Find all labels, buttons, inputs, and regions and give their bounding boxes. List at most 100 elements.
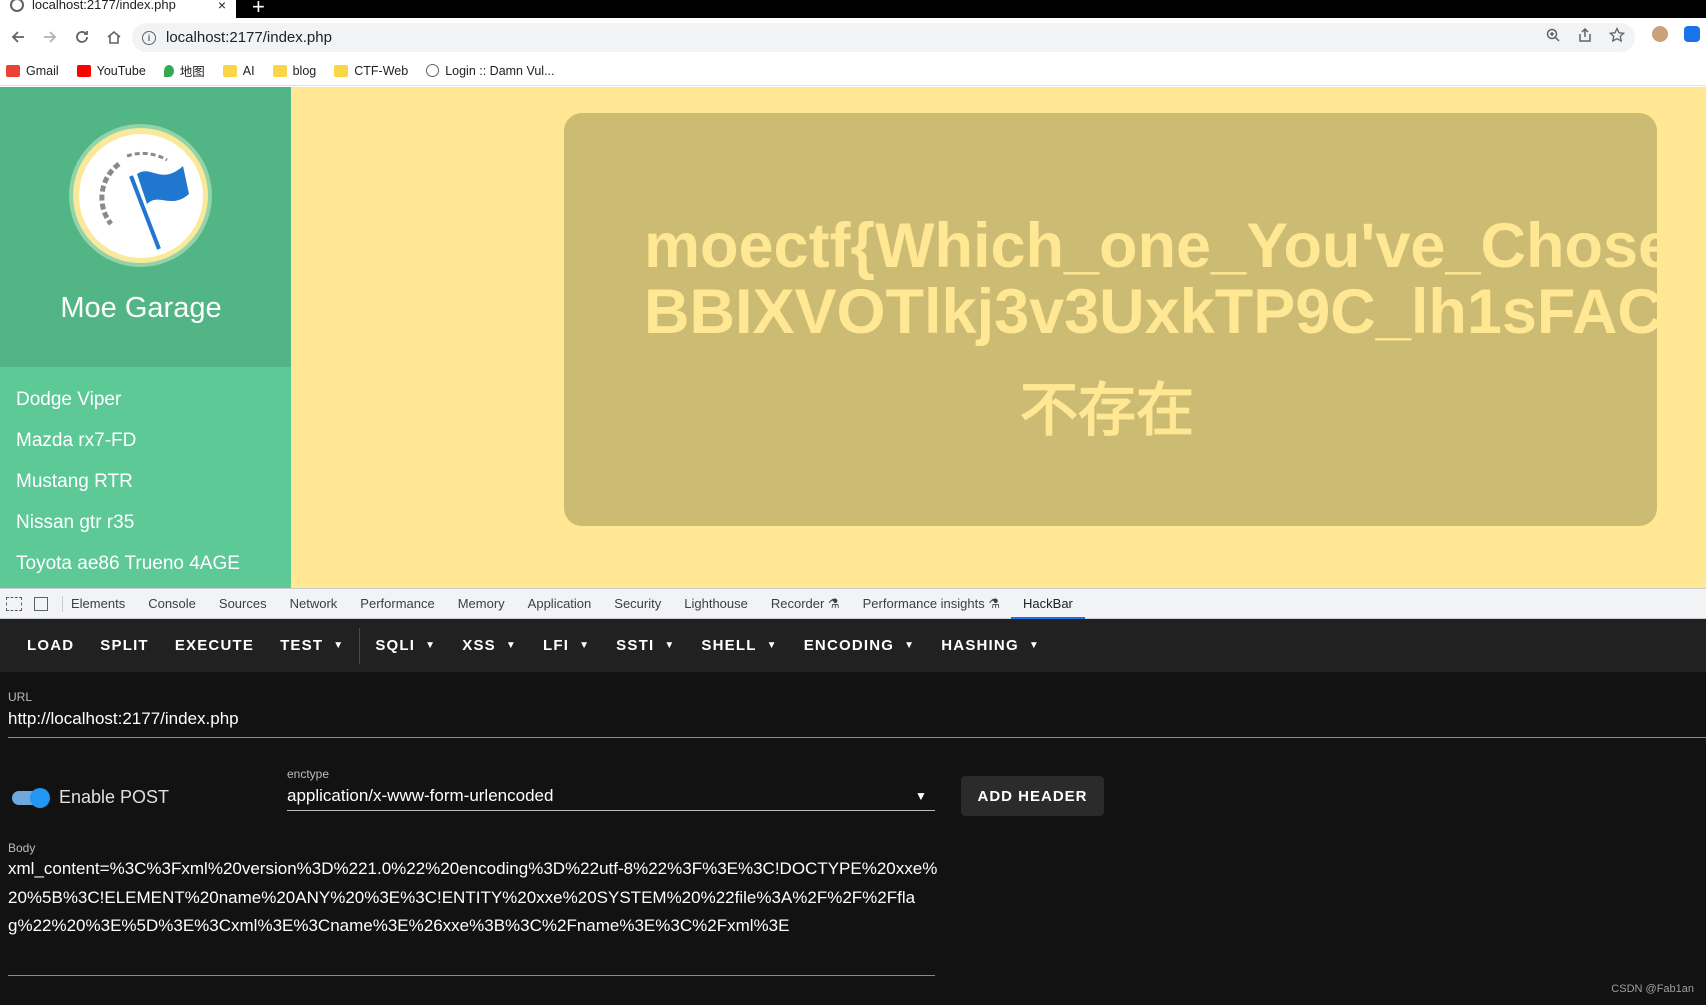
home-icon: [107, 30, 121, 44]
test-menu-button[interactable]: TEST ▼: [267, 628, 357, 664]
menu-item-mustang-rtr[interactable]: Mustang RTR: [16, 461, 240, 502]
brand-title: Moe Garage: [60, 292, 222, 324]
star-icon[interactable]: [1609, 27, 1625, 43]
folder-icon: [272, 64, 287, 77]
devtools-tab-performance[interactable]: Performance: [360, 588, 434, 619]
shell-menu-button[interactable]: SHELL ▼: [688, 628, 790, 664]
globe-icon: [426, 64, 440, 77]
back-button[interactable]: [4, 23, 32, 51]
page-viewport: Moe Garage Dodge Viper Mazda rx7-FD Must…: [0, 87, 1706, 588]
encoding-menu-button[interactable]: ENCODING ▼: [791, 628, 929, 664]
hashing-menu-button[interactable]: HASHING ▼: [928, 628, 1053, 664]
address-text[interactable]: localhost:2177/index.php: [166, 29, 332, 46]
address-bar[interactable]: i localhost:2177/index.php: [132, 23, 1635, 52]
execute-button[interactable]: EXECUTE: [162, 628, 267, 664]
enctype-select[interactable]: application/x-www-form-urlencoded: [287, 786, 553, 806]
url-field-label: URL: [8, 690, 33, 704]
devtools-tab-recorder[interactable]: Recorder ⚗: [771, 588, 840, 619]
caret-down-icon: ▼: [664, 640, 676, 651]
translate-extension-icon[interactable]: [1684, 26, 1700, 42]
device-toolbar-icon[interactable]: [34, 596, 48, 611]
browser-tab[interactable]: localhost:2177/index.php ×: [0, 0, 236, 18]
tab-close-button[interactable]: ×: [218, 0, 226, 13]
enctype-label: enctype: [287, 767, 330, 781]
caret-down-icon: ▼: [766, 640, 778, 651]
split-button[interactable]: SPLIT: [87, 628, 162, 664]
add-header-button[interactable]: ADD HEADER: [961, 776, 1104, 816]
lfi-menu-button[interactable]: LFI ▼: [530, 628, 603, 664]
arrow-right-icon: [44, 31, 57, 43]
caret-down-icon: ▼: [333, 640, 345, 651]
zoom-icon[interactable]: [1545, 27, 1561, 43]
enable-post-label: Enable POST: [59, 787, 170, 807]
menu-item-nissan-gtr[interactable]: Nissan gtr r35: [16, 502, 240, 543]
tab-title: localhost:2177/index.php: [32, 0, 176, 12]
devtools-tab-application[interactable]: Application: [528, 588, 592, 619]
dropdown-caret-icon[interactable]: ▼: [915, 789, 927, 803]
ssti-menu-button[interactable]: SSTI ▼: [603, 628, 688, 664]
folder-icon: [334, 64, 349, 77]
divider: [359, 627, 361, 664]
hackbar-panel: LOAD SPLIT EXECUTE TEST ▼ SQLI ▼ XSS ▼ LFI ▼…: [0, 619, 1706, 1005]
divider: [62, 595, 63, 612]
devtools-tab-sources[interactable]: Sources: [219, 588, 267, 619]
share-icon[interactable]: [1577, 27, 1593, 43]
sidebar-header: Moe Garage: [0, 87, 291, 367]
result-line-2: BBIXVOTlkj3v3UxkTP9C_lh1sFACC: [644, 277, 1657, 347]
caret-down-icon: ▼: [505, 640, 517, 651]
devtools-tabbar: Elements Console Sources Network Perform…: [0, 588, 1706, 619]
xss-menu-button[interactable]: XSS ▼: [449, 628, 530, 664]
caret-down-icon: ▼: [904, 640, 916, 651]
sqli-menu-button[interactable]: SQLI ▼: [362, 628, 449, 664]
inspect-element-icon[interactable]: [6, 596, 22, 611]
devtools-tab-elements[interactable]: Elements: [71, 588, 125, 619]
url-input[interactable]: http://localhost:2177/index.php: [8, 709, 239, 729]
menu-item-toyota-ae86[interactable]: Toyota ae86 Trueno 4AGE: [16, 543, 240, 584]
info-icon[interactable]: i: [142, 30, 156, 45]
devtools-tab-performance-insights[interactable]: Performance insights ⚗: [863, 588, 1000, 619]
devtools-tab-lighthouse[interactable]: Lighthouse: [684, 588, 748, 619]
result-message: moectf{Which_one_You've_Chosen? BBIXVOTl…: [644, 213, 1657, 345]
bookmark-maps[interactable]: 地图: [163, 61, 205, 80]
url-input-underline: [8, 737, 1706, 738]
flag-logo: [69, 124, 212, 267]
menu-item-mazda-rx7[interactable]: Mazda rx7-FD: [16, 420, 240, 461]
home-button[interactable]: [100, 23, 128, 51]
caret-down-icon: ▼: [425, 640, 437, 651]
reload-icon: [76, 31, 88, 43]
devtools-tab-hackbar[interactable]: HackBar: [1011, 588, 1085, 619]
bookmarks-bar: Gmail YouTube 地图 AI blog CTF-Web Login :…: [0, 56, 1706, 86]
globe-icon: [10, 0, 24, 12]
enable-post-toggle[interactable]: [10, 788, 50, 808]
forward-button[interactable]: [36, 23, 64, 51]
load-button[interactable]: LOAD: [14, 628, 87, 664]
devtools-tab-security[interactable]: Security: [614, 588, 661, 619]
body-underline: [8, 975, 935, 976]
devtools-tab-network[interactable]: Network: [290, 588, 338, 619]
bookmark-gmail[interactable]: Gmail: [6, 64, 59, 78]
bookmark-folder-ctf-web[interactable]: CTF-Web: [334, 64, 408, 78]
devtools-tab-memory[interactable]: Memory: [458, 588, 505, 619]
flask-icon: ⚗: [827, 596, 840, 611]
flag-icon: [98, 151, 189, 250]
profile-avatar-icon[interactable]: [1652, 26, 1668, 42]
gmail-icon: [6, 64, 20, 77]
caret-down-icon: ▼: [579, 640, 591, 651]
hackbar-toolbar: LOAD SPLIT EXECUTE TEST ▼ SQLI ▼ XSS ▼ LFI ▼…: [0, 619, 1706, 672]
new-tab-button[interactable]: +: [252, 0, 265, 20]
bookmark-folder-blog[interactable]: blog: [272, 64, 316, 78]
car-menu: Dodge Viper Mazda rx7-FD Mustang RTR Nis…: [16, 379, 240, 584]
sidebar: Moe Garage Dodge Viper Mazda rx7-FD Must…: [0, 87, 291, 588]
result-line-3: 不存在: [1020, 378, 1195, 443]
tab-strip: localhost:2177/index.php × +: [0, 0, 1706, 20]
watermark: CSDN @Fab1an: [1611, 983, 1694, 995]
devtools-tab-console[interactable]: Console: [148, 588, 196, 619]
bookmark-dvwa-login[interactable]: Login :: Damn Vul...: [426, 64, 555, 78]
bookmark-folder-ai[interactable]: AI: [222, 64, 255, 78]
arrow-left-icon: [11, 31, 24, 43]
body-textarea[interactable]: xml_content=%3C%3Fxml%20version%3D%221.0…: [8, 855, 938, 941]
bookmark-youtube[interactable]: YouTube: [76, 64, 146, 78]
map-pin-icon: [163, 64, 174, 77]
menu-item-dodge-viper[interactable]: Dodge Viper: [16, 379, 240, 420]
reload-button[interactable]: [68, 23, 96, 51]
